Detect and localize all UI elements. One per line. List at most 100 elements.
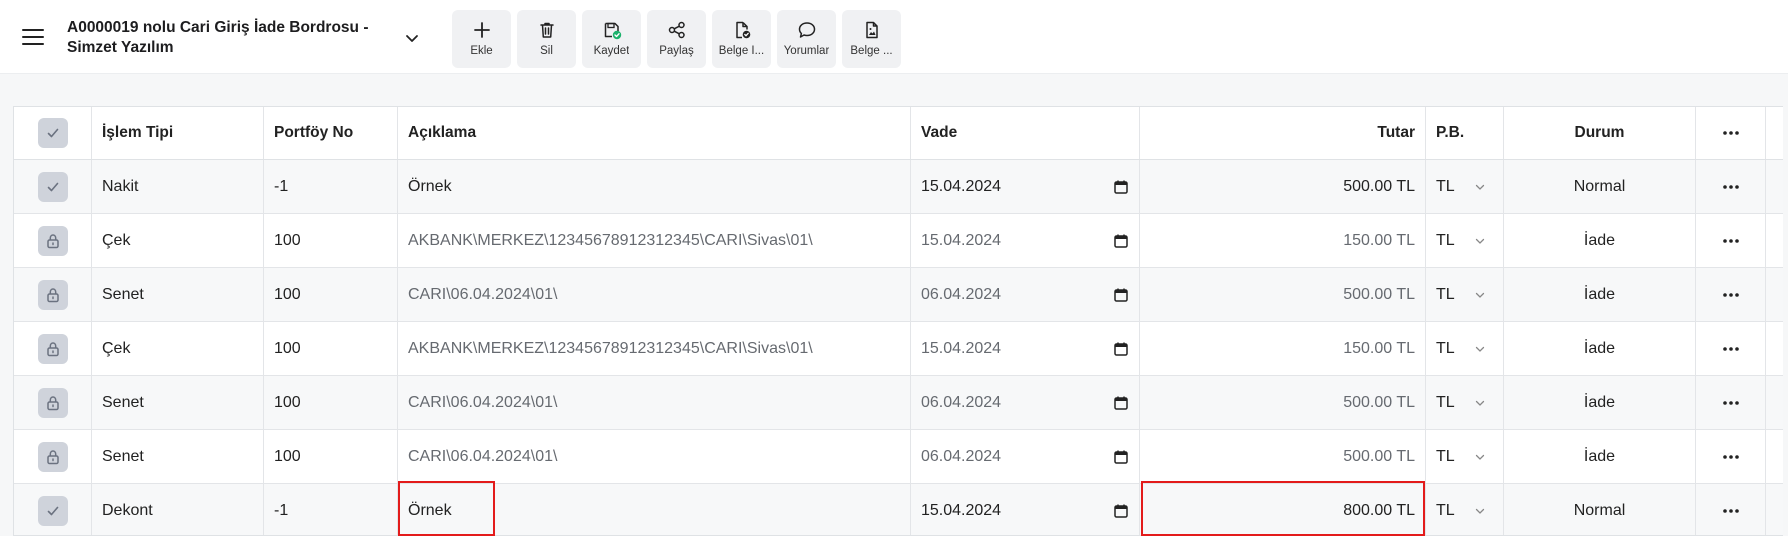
cell-due-date[interactable]: 06.04.2024 <box>911 430 1140 483</box>
cell-currency-select[interactable]: TL <box>1426 430 1504 483</box>
more-icon <box>1722 454 1739 459</box>
cell-currency-select[interactable]: TL <box>1426 484 1504 535</box>
cell-description[interactable]: AKBANK\MERKEZ\12345678912312345\CARI\Siv… <box>398 214 911 267</box>
cell-portfolio[interactable]: 100 <box>264 268 398 321</box>
column-header-portfolio[interactable]: Portföy No <box>264 107 398 159</box>
column-header-type[interactable]: İşlem Tipi <box>92 107 264 159</box>
row-select[interactable] <box>14 160 92 213</box>
row-select[interactable] <box>14 268 92 321</box>
cell-due-date[interactable]: 06.04.2024 <box>911 376 1140 429</box>
comments-button[interactable]: Yorumlar <box>777 10 836 68</box>
chevron-down-icon[interactable] <box>402 28 422 48</box>
select-all-checkbox[interactable] <box>14 107 92 159</box>
column-header-due[interactable]: Vade <box>911 107 1140 159</box>
document-check-icon <box>735 21 750 39</box>
cell-amount[interactable]: 500.00 TL <box>1140 160 1426 213</box>
cell-description[interactable]: CARI\06.04.2024\01\ <box>398 268 911 321</box>
currency-value: TL <box>1436 177 1455 195</box>
cell-due-date[interactable]: 15.04.2024 <box>911 322 1140 375</box>
cell-status: İade <box>1504 430 1696 483</box>
cell-description[interactable]: Örnek <box>398 484 911 535</box>
chevron-down-icon <box>1475 508 1485 514</box>
table-row[interactable]: Nakit -1 Örnek 15.04.2024 500.00 TL TL Normal <box>14 160 1783 214</box>
cell-portfolio[interactable]: -1 <box>264 160 398 213</box>
calendar-icon <box>1114 180 1128 194</box>
row-options-button[interactable] <box>1696 160 1766 213</box>
cell-description[interactable]: Örnek <box>398 160 911 213</box>
row-select[interactable] <box>14 376 92 429</box>
cell-type[interactable]: Çek <box>92 322 264 375</box>
lock-icon <box>46 287 59 302</box>
cell-due-date[interactable]: 15.04.2024 <box>911 484 1140 535</box>
cell-type[interactable]: Senet <box>92 376 264 429</box>
row-options-button[interactable] <box>1696 484 1766 535</box>
row-select[interactable] <box>14 214 92 267</box>
document-info-button[interactable]: Belge İ... <box>712 10 771 68</box>
delete-button[interactable]: Sil <box>517 10 576 68</box>
column-header-currency[interactable]: P.B. <box>1426 107 1504 159</box>
row-select[interactable] <box>14 322 92 375</box>
cell-type[interactable]: Senet <box>92 430 264 483</box>
column-header-description[interactable]: Açıklama <box>398 107 911 159</box>
add-button[interactable]: Ekle <box>452 10 511 68</box>
cell-due-date[interactable]: 15.04.2024 <box>911 214 1140 267</box>
cell-due-date[interactable]: 06.04.2024 <box>911 268 1140 321</box>
cell-currency-select[interactable]: TL <box>1426 160 1504 213</box>
column-options-button[interactable] <box>1696 107 1766 159</box>
row-select[interactable] <box>14 430 92 483</box>
table-row[interactable]: Çek 100 AKBANK\MERKEZ\12345678912312345\CA… <box>14 214 1783 268</box>
cell-portfolio[interactable]: 100 <box>264 376 398 429</box>
cell-amount[interactable]: 800.00 TL <box>1140 484 1426 535</box>
table-row[interactable]: Senet 100 CARI\06.04.2024\01\ 06.04.2024 500… <box>14 268 1783 322</box>
share-button[interactable]: Paylaş <box>647 10 706 68</box>
cell-amount[interactable]: 150.00 TL <box>1140 214 1426 267</box>
cell-type[interactable]: Çek <box>92 214 264 267</box>
document-button[interactable]: Belge ... <box>842 10 901 68</box>
cell-description[interactable]: AKBANK\MERKEZ\12345678912312345\CARI\Siv… <box>398 322 911 375</box>
cell-portfolio[interactable]: -1 <box>264 484 398 535</box>
cell-type[interactable]: Senet <box>92 268 264 321</box>
cell-currency-select[interactable]: TL <box>1426 214 1504 267</box>
chevron-down-icon <box>1475 400 1485 406</box>
table-row[interactable]: Senet 100 CARI\06.04.2024\01\ 06.04.2024 500… <box>14 376 1783 430</box>
cell-amount[interactable]: 500.00 TL <box>1140 268 1426 321</box>
menu-icon[interactable] <box>22 26 46 48</box>
check-icon <box>47 128 58 138</box>
table-row[interactable]: Dekont -1 Örnek 15.04.2024 800.00 TL TL Normal <box>14 484 1783 535</box>
row-options-button[interactable] <box>1696 376 1766 429</box>
due-date-value: 15.04.2024 <box>921 231 1002 249</box>
calendar-icon <box>1114 450 1128 464</box>
calendar-icon <box>1114 396 1128 410</box>
cell-portfolio[interactable]: 100 <box>264 322 398 375</box>
save-check-icon <box>604 22 621 40</box>
cell-currency-select[interactable]: TL <box>1426 322 1504 375</box>
row-select[interactable] <box>14 484 92 535</box>
more-icon <box>1722 346 1739 351</box>
currency-value: TL <box>1436 447 1455 465</box>
cell-currency-select[interactable]: TL <box>1426 376 1504 429</box>
save-button[interactable]: Kaydet <box>582 10 641 68</box>
cell-portfolio[interactable]: 100 <box>264 214 398 267</box>
row-options-button[interactable] <box>1696 322 1766 375</box>
column-header-amount[interactable]: Tutar <box>1140 107 1426 159</box>
cell-amount[interactable]: 500.00 TL <box>1140 376 1426 429</box>
cell-amount[interactable]: 500.00 TL <box>1140 430 1426 483</box>
cell-currency-select[interactable]: TL <box>1426 268 1504 321</box>
cell-due-date[interactable]: 15.04.2024 <box>911 160 1140 213</box>
table-row[interactable]: Senet 100 CARI\06.04.2024\01\ 06.04.2024 500… <box>14 430 1783 484</box>
row-options-button[interactable] <box>1696 430 1766 483</box>
due-date-value: 06.04.2024 <box>921 447 1002 465</box>
column-header-status[interactable]: Durum <box>1504 107 1696 159</box>
row-options-button[interactable] <box>1696 268 1766 321</box>
cell-type[interactable]: Nakit <box>92 160 264 213</box>
cell-portfolio[interactable]: 100 <box>264 430 398 483</box>
row-options-button[interactable] <box>1696 214 1766 267</box>
cell-description[interactable]: CARI\06.04.2024\01\ <box>398 376 911 429</box>
table-row[interactable]: Çek 100 AKBANK\MERKEZ\12345678912312345\CA… <box>14 322 1783 376</box>
cell-status: İade <box>1504 376 1696 429</box>
more-icon <box>1722 400 1739 405</box>
cell-description[interactable]: CARI\06.04.2024\01\ <box>398 430 911 483</box>
cell-type[interactable]: Dekont <box>92 484 264 535</box>
calendar-icon <box>1114 504 1128 518</box>
cell-amount[interactable]: 150.00 TL <box>1140 322 1426 375</box>
